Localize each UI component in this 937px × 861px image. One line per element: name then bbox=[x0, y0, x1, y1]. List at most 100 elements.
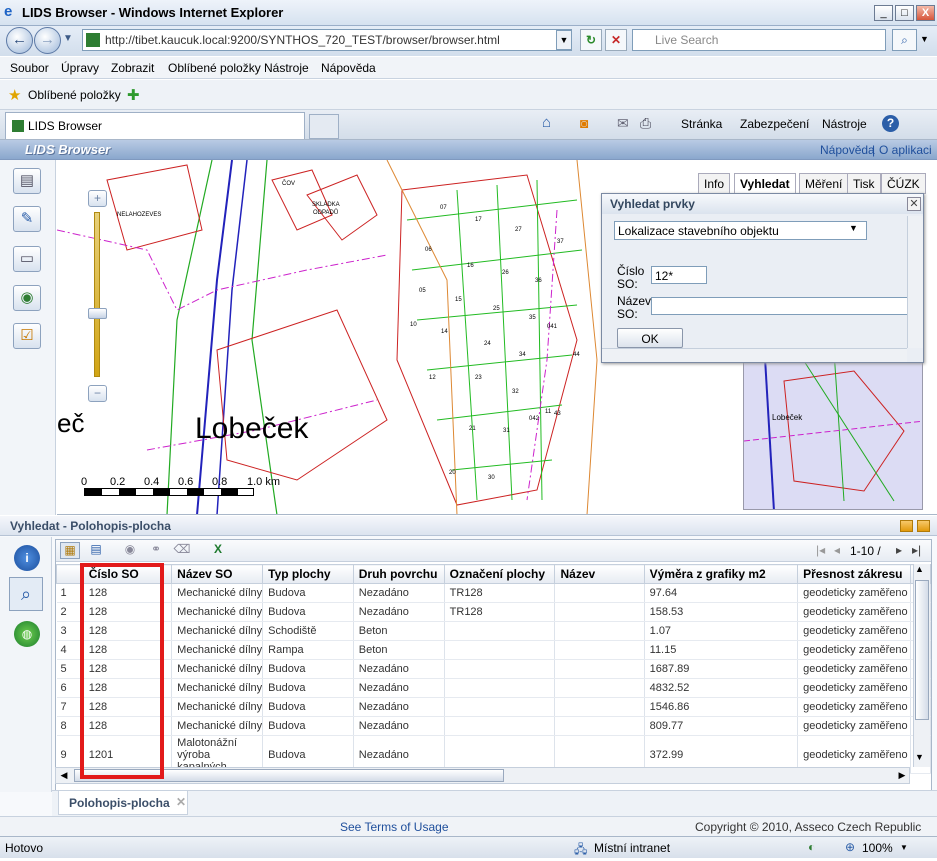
col-presnost[interactable]: Přesnost zákresu bbox=[797, 564, 912, 584]
protected-mode-icon[interactable]: ◐ bbox=[808, 840, 815, 854]
hscroll-thumb[interactable] bbox=[74, 769, 504, 782]
layers-icon[interactable]: ▤ bbox=[13, 168, 41, 194]
scroll-down-icon[interactable]: ▼ bbox=[915, 752, 924, 762]
table-row[interactable]: 5 128 Mechanické dílny Budova Nezadáno 1687.8… bbox=[56, 659, 931, 679]
rss-feed-icon[interactable]: ◙ bbox=[580, 115, 588, 131]
live-search-input[interactable]: Live Search bbox=[632, 29, 886, 51]
scroll-left-icon[interactable]: ◀ bbox=[56, 768, 72, 783]
document-icon[interactable]: ▭ bbox=[13, 246, 41, 272]
tab-polohopis-plocha[interactable]: Polohopis-plocha ✕ bbox=[58, 791, 188, 815]
tab-search[interactable]: Vyhledat bbox=[734, 173, 796, 194]
close-window-button[interactable]: X bbox=[916, 5, 935, 21]
help-icon[interactable]: ? bbox=[882, 115, 899, 132]
link-icon[interactable]: ⚭ bbox=[146, 542, 166, 559]
table-view-icon[interactable]: ▦ bbox=[60, 542, 80, 559]
col-cislo-so[interactable]: Číslo SO bbox=[82, 564, 173, 584]
overview-map[interactable]: Lobeček bbox=[743, 340, 923, 510]
forward-icon[interactable]: → bbox=[34, 27, 61, 54]
col-vymera[interactable]: Výměra z grafiky m2 bbox=[643, 564, 799, 584]
security-menu[interactable]: Zabezpečení bbox=[740, 117, 809, 131]
col-oznaceni-plochy[interactable]: Označení plochy bbox=[443, 564, 556, 584]
history-dropdown-icon[interactable]: ▼ bbox=[63, 33, 73, 44]
tab-info[interactable]: Info bbox=[698, 173, 731, 194]
eraser-icon[interactable]: ⌫ bbox=[172, 542, 192, 559]
help-link[interactable]: Nápověda bbox=[820, 143, 875, 157]
terms-link[interactable]: See Terms of Usage bbox=[340, 820, 449, 834]
zoom-level[interactable]: 100% bbox=[862, 841, 893, 855]
zoom-out-button[interactable]: − bbox=[88, 385, 107, 402]
vscroll-thumb[interactable] bbox=[915, 580, 929, 720]
excel-export-icon[interactable]: X bbox=[208, 542, 228, 559]
first-page-icon[interactable]: |◂ bbox=[816, 543, 825, 557]
col-nazev[interactable]: Název bbox=[554, 564, 645, 584]
maximize-button[interactable]: □ bbox=[895, 5, 914, 21]
panel-minimize-icon[interactable] bbox=[900, 520, 913, 532]
scroll-right-icon[interactable]: ▶ bbox=[894, 768, 910, 783]
search-type-select[interactable]: Lokalizace stavebního objektu bbox=[614, 221, 867, 240]
stop-icon[interactable]: ✕ bbox=[605, 29, 627, 51]
page-menu[interactable]: Stránka bbox=[681, 117, 722, 131]
table-row[interactable]: 2 128 Mechanické dílny Budova Nezadáno TR128 1… bbox=[56, 602, 931, 622]
table-row[interactable]: 7 128 Mechanické dílny Budova Nezadáno 1546.8… bbox=[56, 697, 931, 717]
zoom-slider-handle[interactable] bbox=[88, 308, 107, 319]
tab-measure[interactable]: Měření bbox=[799, 173, 849, 194]
minimize-button[interactable]: _ bbox=[874, 5, 893, 21]
dialog-close-icon[interactable]: ✕ bbox=[907, 197, 921, 211]
search-map-icon[interactable]: ⌕ bbox=[9, 577, 43, 611]
favorites-label[interactable]: Oblíbené položky bbox=[28, 88, 121, 102]
col-nazev-so[interactable]: Název SO bbox=[171, 564, 264, 584]
zoom-in-button[interactable]: + bbox=[88, 190, 107, 207]
back-icon[interactable]: ← bbox=[6, 27, 33, 54]
edit-icon[interactable]: ✎ bbox=[13, 206, 41, 232]
grid-vscroll[interactable]: ▲ ▼ bbox=[913, 564, 930, 767]
col-typ-plochy[interactable]: Typ plochy bbox=[262, 564, 354, 584]
next-page-icon[interactable]: ▸ bbox=[896, 543, 902, 557]
cislo-so-input[interactable]: 12* bbox=[651, 266, 707, 284]
tab-cuzk[interactable]: ČÚZK bbox=[881, 173, 926, 194]
grid-hscroll[interactable]: ◀ ▶ bbox=[55, 767, 910, 784]
menu-file[interactable]: Soubor bbox=[10, 61, 49, 75]
home-icon[interactable]: ⌂ bbox=[542, 114, 551, 131]
print-icon[interactable]: ⎙ bbox=[640, 115, 651, 132]
tab-close-icon[interactable]: ✕ bbox=[176, 795, 186, 809]
about-link[interactable]: O aplikaci bbox=[879, 143, 932, 157]
add-favorite-icon[interactable]: ✚ bbox=[127, 86, 140, 104]
dialog-vscroll[interactable] bbox=[907, 216, 923, 348]
menu-help[interactable]: Nápověda bbox=[321, 61, 376, 75]
refresh-icon[interactable]: ↻ bbox=[580, 29, 602, 51]
address-input[interactable]: http://tibet.kaucuk.local:9200/SYNTHOS_7… bbox=[82, 29, 572, 51]
address-dropdown-icon[interactable]: ▼ bbox=[556, 30, 572, 50]
panel-maximize-icon[interactable] bbox=[917, 520, 930, 532]
scroll-up-icon[interactable]: ▲ bbox=[915, 564, 924, 574]
favorites-star-icon[interactable]: ★ bbox=[8, 86, 21, 104]
table-row[interactable]: 1 128 Mechanické dílny Budova Nezadáno TR128 9… bbox=[56, 583, 931, 603]
ok-button[interactable]: OK bbox=[617, 328, 683, 348]
new-tab-button[interactable] bbox=[309, 114, 339, 139]
table-row[interactable]: 6 128 Mechanické dílny Budova Nezadáno 4832.5… bbox=[56, 678, 931, 698]
menu-favorites[interactable]: Oblíbené položky bbox=[168, 61, 261, 75]
globe-icon[interactable]: ◍ bbox=[14, 621, 40, 647]
table-row[interactable]: 3 128 Mechanické dílny Schodiště Beton 1.07 ge… bbox=[56, 621, 931, 641]
menu-tools[interactable]: Nástroje bbox=[264, 61, 309, 75]
table-row[interactable]: 4 128 Mechanické dílny Rampa Beton 11.15 geode… bbox=[56, 640, 931, 660]
menu-edit[interactable]: Úpravy bbox=[61, 61, 99, 75]
info-icon[interactable]: i bbox=[14, 545, 40, 571]
col-druh-povrchu[interactable]: Druh povrchu bbox=[352, 564, 445, 584]
last-page-icon[interactable]: ▸| bbox=[912, 543, 921, 557]
mail-icon[interactable]: ✉ bbox=[617, 115, 629, 132]
zoom-slider-track[interactable] bbox=[94, 212, 100, 377]
menu-view[interactable]: Zobrazit bbox=[111, 61, 154, 75]
locate-icon[interactable]: ◉ bbox=[120, 542, 140, 559]
dialog-hscroll[interactable] bbox=[602, 348, 907, 362]
table-row[interactable]: 8 128 Mechanické dílny Budova Nezadáno 809.77… bbox=[56, 716, 931, 736]
search-options-icon[interactable]: ▼ bbox=[920, 34, 929, 44]
globe-search-icon[interactable]: ◉ bbox=[13, 285, 41, 311]
tab-lids-browser[interactable]: LIDS Browser bbox=[5, 112, 305, 139]
zoom-dropdown-icon[interactable]: ▼ bbox=[900, 843, 908, 852]
checklist-icon[interactable]: ☑ bbox=[13, 323, 41, 349]
form-view-icon[interactable]: ▤ bbox=[86, 542, 106, 559]
tools-menu[interactable]: Nástroje bbox=[822, 117, 867, 131]
zoom-icon[interactable]: ⊕ bbox=[845, 840, 855, 854]
nazev-so-input[interactable] bbox=[651, 297, 909, 315]
tab-print[interactable]: Tisk bbox=[847, 173, 881, 194]
